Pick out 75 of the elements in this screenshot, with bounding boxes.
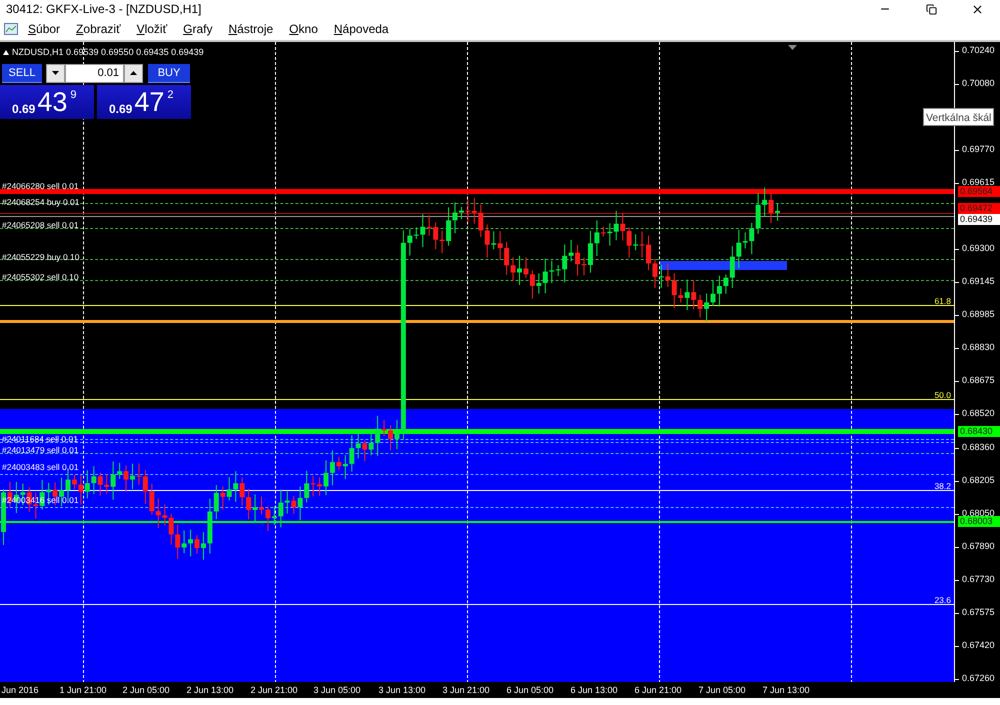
price-tag: 0.69439 [958,214,1000,225]
increase-button[interactable] [124,64,143,83]
order-label: #24055302 sell 0.10 [2,272,79,282]
order-label: #24055229 buy 0.10 [2,252,80,262]
order-label: #24065208 sell 0.01 [2,220,79,230]
time-axis-label: 3 Jun 13:00 [378,685,426,696]
price-axis-label: 0.67730 [962,574,995,584]
close-icon [970,2,984,16]
menu-item[interactable]: Okno [281,22,326,36]
fibonacci-level-label: 50.0 [934,390,951,400]
time-axis-label: 2 Jun 13:00 [186,685,234,696]
menu-item[interactable]: Súbor [20,22,68,36]
time-axis-label: 6 Jun 21:00 [634,685,682,696]
fibonacci-level-label: 38.2 [934,480,951,491]
time-axis-label: 2 Jun 21:00 [250,685,298,696]
price-prefix: 0.69 [109,102,132,116]
lot-input[interactable]: 0.01 [65,64,124,83]
symbol-header: NZDUSD,H1 0.69539 0.69550 0.69435 0.69439 [12,46,204,57]
window-title: 30412: GKFX-Live-3 - [NZDUSD,H1] [6,2,202,16]
price-axis-label: 0.70080 [962,78,995,88]
price-tag: 0.68430 [958,426,1000,437]
time-axis-label: 3 Jun 05:00 [313,685,361,696]
restore-icon [926,4,936,14]
triangle-icon [3,50,9,55]
price-axis-label: 0.69145 [962,276,995,286]
price-fraction: 2 [167,88,174,101]
chart-icon[interactable] [4,22,18,35]
caret-down-icon [52,71,59,76]
price-axis-label: 0.68830 [962,342,995,352]
time-axis-label: 7 Jun 05:00 [698,685,746,696]
sell-button[interactable]: SELL [2,64,42,83]
price-axis-label: 0.67575 [962,606,995,617]
price-prefix: 0.69 [12,102,36,116]
menu-item[interactable]: Vložiť [128,22,176,36]
buy-button[interactable]: BUY [148,64,190,83]
price-axis-label: 0.68050 [962,508,995,518]
price-axis-label: 0.68205 [962,474,995,485]
order-label: #24013479 sell 0.01 [2,444,79,455]
time-axis-label: 6 Jun 05:00 [506,685,554,696]
order-label: #24003483 sell 0.01 [2,462,79,472]
menu-item[interactable]: Nástroje [220,22,282,36]
price-axis-label: 0.69770 [962,144,995,154]
price-tag: 0.69564 [958,186,1000,197]
price-axis-label: 0.70240 [962,44,995,55]
price-axis-label: 0.69300 [962,243,995,254]
tooltip: Vertkálna škál [923,108,994,126]
price-axis-label: 0.69615 [962,177,995,188]
price-pips: 47 [134,88,164,116]
time-axis-label: 7 Jun 13:00 [762,685,810,696]
fibonacci-level-label: 23.6 [934,594,951,605]
price-pips: 43 [37,88,68,116]
price-tag: 0.69472 [958,202,1000,214]
time-axis-label: 6 Jun 13:00 [570,685,618,696]
caret-up-icon [130,71,137,76]
menu-item[interactable]: Grafy [175,22,220,36]
time-axis-label: 2 Jun 05:00 [122,685,170,696]
price-axis-label: 0.68675 [962,375,995,386]
price-tag: 0.68003 [958,516,1000,527]
time-axis-label: 3 Jun 21:00 [442,685,490,696]
price-axis-label: 0.68520 [962,408,995,418]
price-fraction: 9 [70,88,77,101]
time-axis-label: 1 Jun 21:00 [59,685,107,696]
menu-item[interactable]: Zobraziť [68,22,129,36]
menu-item[interactable]: Nápoveda [326,22,397,36]
price-axis-label: 0.67420 [962,640,995,650]
price-axis-label: 0.68360 [962,442,995,452]
decrease-button[interactable] [46,64,65,83]
price-axis-label: 0.68985 [962,309,995,320]
price-axis-label: 0.67260 [962,672,995,683]
time-axis-label: Jun 2016 [1,685,39,696]
shift-marker-icon [788,44,797,50]
order-label: #24066280 sell 0.01 [2,180,79,191]
order-label: #24068254 buy 0.01 [2,196,80,207]
fibonacci-level-label: 61.8 [934,296,951,306]
price-axis-label: 0.67890 [962,540,995,551]
